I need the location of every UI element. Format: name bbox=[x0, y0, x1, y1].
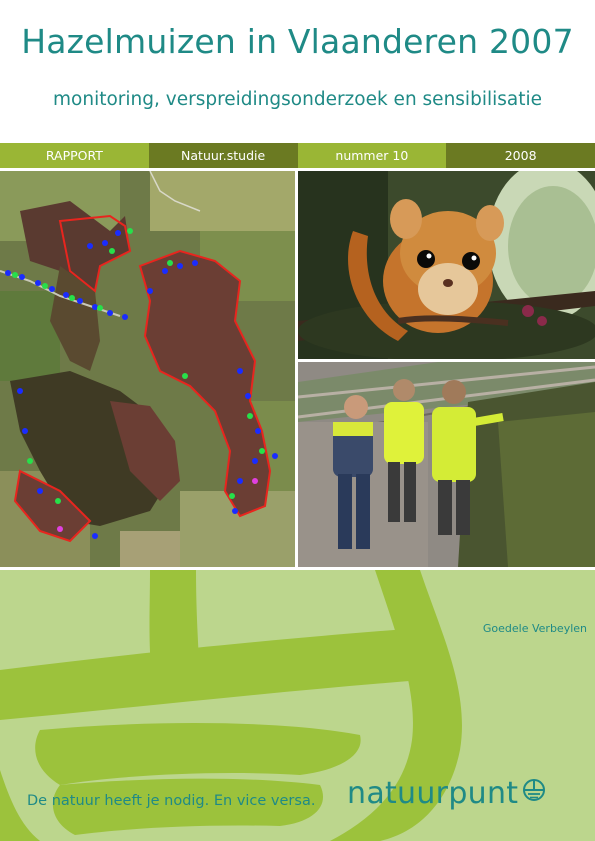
photo-collage bbox=[0, 171, 595, 567]
fieldwork-photo bbox=[298, 362, 595, 567]
report-subtitle: monitoring, verspreidingsonderzoek en se… bbox=[53, 89, 542, 110]
year-label: 2008 bbox=[446, 143, 595, 168]
series-name-label: Natuur.studie bbox=[148, 143, 298, 168]
author-name: Goedele Verbeylen bbox=[482, 622, 587, 635]
dormouse-photo bbox=[298, 171, 595, 359]
issue-number-label: nummer 10 bbox=[297, 143, 447, 168]
natuurpunt-logo-icon bbox=[522, 778, 546, 806]
natuurpunt-logo: natuurpunt bbox=[347, 776, 546, 811]
series-band: RAPPORT Natuur.studie nummer 10 2008 bbox=[0, 143, 595, 168]
report-type-label: RAPPORT bbox=[0, 143, 149, 168]
report-title: Hazelmuizen in Vlaanderen 2007 bbox=[21, 22, 574, 61]
aerial-map-photo bbox=[0, 171, 295, 567]
logo-text: natuurpunt bbox=[347, 776, 519, 811]
slogan-text: De natuur heeft je nodig. En vice versa. bbox=[27, 793, 316, 809]
